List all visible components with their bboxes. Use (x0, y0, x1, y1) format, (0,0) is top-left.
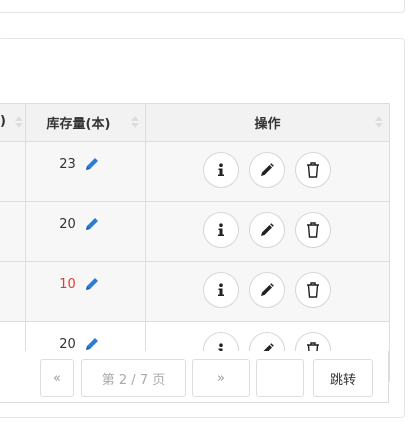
pencil-icon[interactable] (84, 336, 100, 352)
double-right-icon: » (217, 370, 225, 386)
info-button[interactable] (202, 212, 239, 248)
stock-cell: 10 (25, 261, 146, 322)
pencil-icon (260, 223, 274, 236)
pencil-icon (260, 283, 274, 296)
sort-arrows-icon (375, 116, 383, 130)
pagination-bar: « 第 2 / 7 页 » 跳转 (0, 351, 389, 403)
actions-cell (145, 141, 390, 202)
delete-button[interactable] (294, 212, 331, 248)
stock-cell: 23 (25, 141, 146, 202)
pencil-icon[interactable] (84, 216, 100, 232)
info-icon (217, 163, 224, 176)
table-row: 10 (0, 261, 390, 322)
delete-button[interactable] (294, 272, 331, 308)
book-table: ) 库存量(本) 操作 23 20 10 20 (0, 103, 390, 382)
info-button[interactable] (202, 152, 239, 188)
sort-arrows-icon (131, 116, 139, 130)
actions-cell (145, 261, 390, 322)
edit-button[interactable] (248, 152, 285, 188)
edit-button[interactable] (248, 212, 285, 248)
table-row: 23 (0, 141, 390, 202)
prev-column-fragment: ) (0, 114, 6, 129)
trash-icon (306, 222, 319, 238)
info-icon (217, 283, 224, 296)
trash-icon (306, 162, 319, 178)
table-row: 20 (0, 201, 390, 262)
stock-header-label: 库存量(本) (46, 117, 111, 132)
stock-value: 20 (59, 216, 76, 232)
double-left-icon: « (53, 370, 61, 386)
prev-page-button[interactable]: « (40, 359, 74, 397)
page-jump-input[interactable] (256, 359, 304, 397)
prev-column-cell (0, 261, 26, 322)
column-header-actions[interactable]: 操作 (145, 103, 390, 142)
stock-value-low: 10 (59, 276, 76, 292)
edit-button[interactable] (248, 272, 285, 308)
book-table-card: ) 库存量(本) 操作 23 20 10 20 « 第 2 / 7 页 » 跳转 (0, 38, 405, 418)
delete-button[interactable] (294, 152, 331, 188)
stock-cell: 20 (25, 201, 146, 262)
sort-arrows-icon (15, 116, 23, 130)
jump-button[interactable]: 跳转 (313, 359, 373, 397)
actions-header-label: 操作 (254, 117, 281, 132)
pencil-icon[interactable] (84, 276, 100, 292)
page-indicator: 第 2 / 7 页 (81, 359, 186, 397)
table-header-row: ) 库存量(本) 操作 (0, 103, 390, 142)
prev-column-cell (0, 141, 26, 202)
pencil-icon (260, 163, 274, 176)
column-header-stock[interactable]: 库存量(本) (25, 103, 146, 142)
prev-column-cell (0, 201, 26, 262)
info-icon (217, 223, 224, 236)
actions-cell (145, 201, 390, 262)
top-panel (0, 0, 405, 13)
pencil-icon[interactable] (84, 156, 100, 172)
info-button[interactable] (202, 272, 239, 308)
stock-value: 20 (59, 336, 76, 352)
trash-icon (306, 282, 319, 298)
stock-value: 23 (59, 156, 76, 172)
column-header-prev[interactable]: ) (0, 103, 26, 142)
next-page-button[interactable]: » (192, 359, 250, 397)
